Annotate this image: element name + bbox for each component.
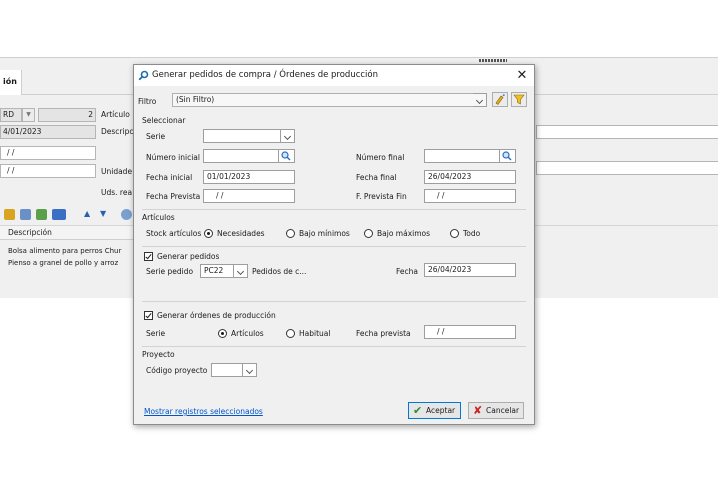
app-icon [138, 70, 149, 81]
generar-ordenes-checkbox[interactable] [144, 311, 153, 320]
generar-pedidos-checkbox[interactable] [144, 252, 153, 261]
seleccionar-section-title: Seleccionar [142, 116, 186, 125]
serie-dropdown-button[interactable] [281, 129, 295, 143]
fecha-prevista-ordenes-input[interactable]: / / [424, 325, 516, 339]
separator [142, 301, 526, 302]
fecha-prevista-ordenes-label: Fecha prevista [356, 329, 411, 338]
radio-necesidades[interactable] [204, 229, 213, 238]
articulos-section-title: Artículos [142, 213, 175, 222]
numero-final-input[interactable] [424, 149, 500, 163]
number-field[interactable]: 2 [38, 108, 96, 122]
arrow-down-icon[interactable]: ▼ [100, 209, 106, 218]
export-icon[interactable] [36, 209, 47, 220]
serie-ordenes-label: Serie [146, 329, 166, 338]
dialog-titlebar[interactable]: Generar pedidos de compra / Órdenes de p… [134, 65, 534, 86]
filtro-select[interactable]: (Sin Filtro) [172, 93, 487, 107]
drag-grip[interactable] [479, 59, 507, 62]
cancelar-label: Cancelar [486, 406, 520, 415]
generar-pedidos-label: Generar pedidos [157, 252, 220, 261]
codigo-proyecto-label: Código proyecto [146, 366, 208, 375]
fecha-inicial-input[interactable]: 01/01/2023 [203, 170, 295, 184]
grid-row[interactable]: Bolsa alimento para perros Chur [0, 246, 140, 257]
code-dropdown-button[interactable]: ▼ [22, 108, 35, 122]
separator [142, 346, 526, 347]
search-icon [502, 151, 512, 161]
fecha-prevista-input[interactable]: / / [203, 189, 295, 203]
right-field-1[interactable] [536, 125, 718, 139]
sort-icon[interactable] [52, 209, 66, 220]
fecha-final-label: Fecha final [356, 173, 397, 182]
f-prevista-fin-label: F. Prevista Fin [356, 192, 407, 201]
serie-label: Serie [146, 132, 166, 141]
generate-orders-dialog: Generar pedidos de compra / Órdenes de p… [133, 64, 535, 425]
code-field[interactable]: RD [0, 108, 22, 122]
numero-final-search-button[interactable] [500, 149, 516, 163]
right-field-2[interactable] [536, 161, 718, 175]
radio-todo-label: Todo [463, 229, 481, 238]
serie-pedido-description: Pedidos de c... [252, 267, 307, 276]
separator [142, 246, 526, 247]
edit-icon[interactable] [4, 209, 15, 220]
radio-bajo-minimos[interactable] [286, 229, 295, 238]
grid-row[interactable]: Pienso a granel de pollo y arroz [0, 258, 140, 269]
aceptar-label: Aceptar [426, 406, 456, 415]
check-icon: ✔ [413, 404, 423, 417]
radio-bajo-minimos-label: Bajo mínimos [299, 229, 350, 238]
codigo-proyecto-dropdown-button[interactable] [243, 363, 257, 377]
fecha-inicial-label: Fecha inicial [146, 173, 193, 182]
stock-articulos-label: Stock artículos [146, 229, 202, 238]
fecha-pedido-label: Fecha [396, 267, 418, 276]
empty-date-field-2[interactable]: / / [0, 164, 96, 178]
fecha-prevista-label: Fecha Prevista [146, 192, 201, 201]
radio-habitual[interactable] [286, 329, 295, 338]
numero-inicial-search-button[interactable] [279, 149, 295, 163]
aceptar-button[interactable]: ✔ Aceptar [408, 402, 461, 419]
arrow-up-icon[interactable]: ▲ [84, 209, 90, 218]
filtro-dropdown-button[interactable] [473, 93, 487, 107]
serie-pedido-select[interactable]: PC22 [200, 264, 234, 278]
separator [142, 209, 526, 210]
search-icon [281, 151, 291, 161]
empty-date-field-1[interactable]: / / [0, 146, 96, 160]
numero-inicial-label: Número inicial [146, 153, 200, 162]
unidades-label: Unidade [101, 167, 133, 176]
codigo-proyecto-select[interactable] [211, 363, 243, 377]
f-prevista-fin-input[interactable]: / / [424, 189, 516, 203]
cancelar-button[interactable]: ✘ Cancelar [468, 402, 524, 419]
cancel-x-icon: ✘ [473, 404, 483, 417]
tab-active[interactable]: ión [0, 70, 22, 95]
articulo-label: Artículo [101, 110, 130, 119]
numero-inicial-input[interactable] [203, 149, 279, 163]
dialog-title: Generar pedidos de compra / Órdenes de p… [152, 70, 379, 80]
radio-bajo-maximos-label: Bajo máximos [377, 229, 431, 238]
tab-label: ión [3, 77, 17, 86]
proyecto-section-title: Proyecto [142, 350, 175, 359]
filter-apply-button[interactable] [511, 92, 527, 107]
grid-header[interactable]: Descripción [0, 226, 140, 240]
serie-pedido-label: Serie pedido [146, 267, 194, 276]
descripcion-label: Descripc [101, 127, 134, 136]
close-button[interactable]: ✕ [512, 66, 532, 85]
generar-ordenes-label: Generar órdenes de producción [157, 311, 276, 320]
numero-final-label: Número final [356, 153, 405, 162]
serie-pedido-dropdown-button[interactable] [234, 264, 248, 278]
radio-habitual-label: Habitual [299, 329, 331, 338]
radio-necesidades-label: Necesidades [217, 229, 265, 238]
funnel-icon [513, 94, 525, 105]
mostrar-registros-link[interactable]: Mostrar registros seleccionados [144, 407, 263, 416]
search-icon[interactable] [121, 209, 132, 220]
radio-bajo-maximos[interactable] [364, 229, 373, 238]
uds-label: Uds. rea [101, 188, 133, 197]
fecha-pedido-input[interactable]: 26/04/2023 [424, 263, 516, 277]
fecha-final-input[interactable]: 26/04/2023 [424, 170, 516, 184]
serie-select[interactable] [203, 129, 281, 143]
radio-articulos[interactable] [218, 329, 227, 338]
filter-edit-icon [495, 94, 505, 105]
filter-edit-button[interactable] [492, 92, 508, 107]
radio-todo[interactable] [450, 229, 459, 238]
radio-articulos-label: Artículos [231, 329, 264, 338]
filtro-label: Filtro [138, 97, 157, 106]
print-preview-icon[interactable] [20, 209, 31, 220]
date-field[interactable]: 4/01/2023 [0, 125, 96, 139]
